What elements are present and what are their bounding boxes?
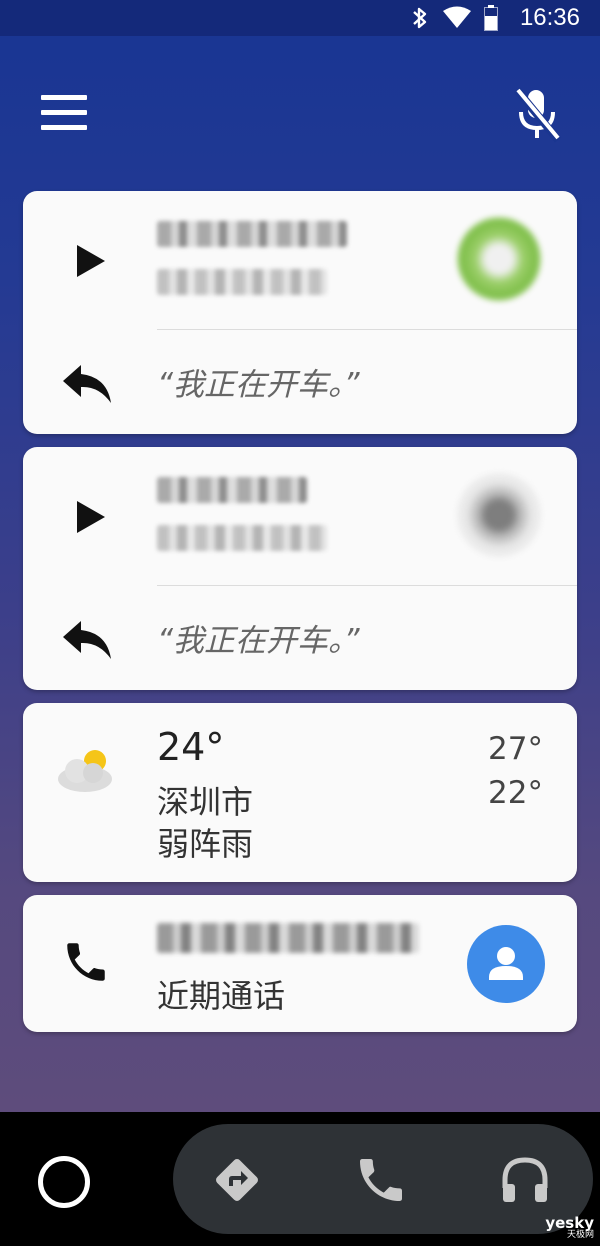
headphones-icon[interactable] (497, 1152, 553, 1208)
current-temperature: 24° (157, 725, 225, 769)
contact-avatar-blurred (457, 473, 541, 557)
caller-number-blurred (157, 923, 419, 953)
play-icon[interactable] (75, 499, 107, 535)
divider (157, 585, 577, 586)
city-name: 深圳市 (157, 783, 254, 821)
directions-icon[interactable] (209, 1152, 265, 1208)
mic-off-icon[interactable] (512, 84, 562, 144)
auto-reply-text[interactable]: “我正在开车。” (157, 615, 360, 660)
phone-icon (61, 937, 111, 987)
weather-condition: 弱阵雨 (157, 825, 254, 863)
android-auto-screen: 16:36 “我正在开车。” “我正在开车。” 24° 深圳市 弱阵雨 27° … (0, 0, 600, 1112)
play-icon[interactable] (75, 243, 107, 279)
bluetooth-icon (413, 7, 427, 29)
recent-call-card[interactable]: 近期通话 (23, 895, 577, 1032)
recent-calls-label: 近期通话 (157, 977, 286, 1015)
message-card[interactable]: “我正在开车。” (23, 191, 577, 434)
message-preview-blurred (157, 525, 327, 551)
message-preview-blurred (157, 269, 327, 295)
contact-avatar-blurred (457, 217, 541, 301)
weather-card[interactable]: 24° 深圳市 弱阵雨 27° 22° (23, 703, 577, 882)
status-icons: 16:36 (410, 4, 580, 32)
app-switcher-pill (173, 1124, 593, 1234)
hamburger-menu-icon[interactable] (36, 90, 92, 138)
auto-reply-text[interactable]: “我正在开车。” (157, 359, 360, 404)
person-icon[interactable] (467, 925, 545, 1003)
low-temperature: 22° (488, 775, 543, 811)
status-bar: 16:36 (0, 0, 600, 36)
watermark-sub: 天极网 (566, 1230, 594, 1240)
status-time: 16:36 (519, 4, 580, 31)
watermark-brand: yesky (545, 1214, 594, 1232)
sender-name-blurred (157, 221, 347, 247)
battery-icon (483, 5, 498, 31)
reply-icon[interactable] (61, 361, 113, 405)
bottom-nav-bar: yesky 天极网 (0, 1112, 600, 1246)
divider (157, 329, 577, 330)
message-text (157, 467, 437, 567)
message-card[interactable]: “我正在开车。” (23, 447, 577, 690)
high-temperature: 27° (488, 731, 543, 767)
partly-cloudy-icon (55, 745, 117, 795)
reply-icon[interactable] (61, 617, 113, 661)
watermark: yesky 天极网 (545, 1216, 594, 1240)
wifi-icon (442, 6, 471, 28)
sender-name-blurred (157, 477, 307, 503)
phone-icon[interactable] (353, 1152, 409, 1208)
top-bar (0, 80, 600, 150)
home-circle-icon[interactable] (38, 1156, 90, 1208)
message-text (157, 211, 437, 311)
